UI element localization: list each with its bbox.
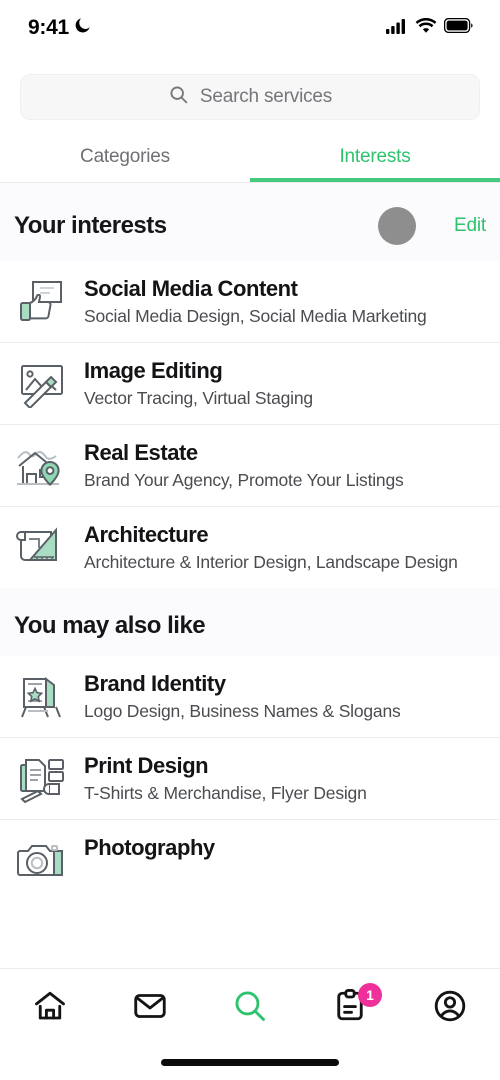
list-item-title: Real Estate <box>84 440 198 466</box>
list-item-title: Photography <box>84 835 215 861</box>
tab-interests[interactable]: Interests <box>250 138 500 182</box>
orders-badge: 1 <box>358 983 382 1007</box>
blueprint-set-square-icon <box>14 521 70 573</box>
account-circle-icon <box>432 988 468 1029</box>
nav-account[interactable] <box>400 969 500 1047</box>
status-bar-right <box>386 17 474 39</box>
documents-pencil-icon <box>14 752 70 804</box>
nav-orders[interactable]: 1 <box>300 969 400 1047</box>
list-item-title: Image Editing <box>84 358 223 384</box>
list-item[interactable]: Image Editing Vector Tracing, Virtual St… <box>0 342 500 425</box>
edit-interests-button[interactable]: Edit <box>454 215 486 237</box>
envelope-icon <box>132 988 168 1029</box>
home-indicator <box>161 1059 339 1066</box>
nav-home[interactable] <box>0 969 100 1047</box>
list-item[interactable]: Photography <box>0 819 500 901</box>
photo-magic-wand-icon <box>14 357 70 409</box>
list-item-subtitle: Brand Your Agency, Promote Your Listings <box>84 470 404 491</box>
status-bar-left: 9:41 <box>28 16 92 40</box>
page-title: Your interests <box>14 212 167 239</box>
list-item[interactable]: Real Estate Brand Your Agency, Promote Y… <box>0 424 500 507</box>
moon-icon <box>73 16 92 40</box>
section-header-your-interests: Your interests Edit <box>0 183 500 261</box>
list-item-subtitle: Vector Tracing, Virtual Staging <box>84 388 313 408</box>
list-item-title: Social Media Content <box>84 276 298 301</box>
list-item-text: Photography <box>84 834 215 864</box>
battery-full-icon <box>443 17 474 38</box>
cellular-bars-icon <box>386 18 408 39</box>
list-item-title: Brand Identity <box>84 671 226 697</box>
suggestions-list: Brand Identity Logo Design, Business Nam… <box>0 656 500 901</box>
list-item-subtitle: Social Media Design, Social Media Market… <box>84 305 427 326</box>
list-item-text: Image Editing Vector Tracing, Virtual St… <box>84 357 313 410</box>
list-item-text: Print Design T-Shirts & Merchandise, Fly… <box>84 752 367 805</box>
nav-inbox[interactable] <box>100 969 200 1047</box>
list-item-title: Print Design <box>84 753 209 779</box>
tab-categories[interactable]: Categories <box>0 138 250 182</box>
section-title: You may also like <box>14 612 206 640</box>
list-item-text: Architecture Architecture & Interior Des… <box>84 521 458 574</box>
list-item-subtitle: T-Shirts & Merchandise, Flyer Design <box>84 783 367 804</box>
home-icon <box>32 988 68 1029</box>
list-item[interactable]: Architecture Architecture & Interior Des… <box>0 506 500 589</box>
tab-bar: Categories Interests <box>0 138 500 182</box>
house-map-pin-icon <box>14 439 70 491</box>
nav-search[interactable] <box>200 969 300 1047</box>
speech-bubble-thumbs-up-icon <box>14 275 70 327</box>
interests-list: Social Media Content Social Media Design… <box>0 261 500 589</box>
list-item-subtitle: Architecture & Interior Design, Landscap… <box>84 552 458 573</box>
list-item[interactable]: Social Media Content Social Media Design… <box>0 261 500 343</box>
list-item-subtitle: Logo Design, Business Names & Slogans <box>84 701 401 722</box>
bottom-navigation-bar: 1 <box>0 968 500 1080</box>
list-item-text: Real Estate Brand Your Agency, Promote Y… <box>84 439 404 492</box>
list-item-title: Architecture <box>84 522 209 548</box>
list-item[interactable]: Print Design T-Shirts & Merchandise, Fly… <box>0 737 500 820</box>
search-input[interactable]: Search services <box>20 74 480 120</box>
list-item-text: Brand Identity Logo Design, Business Nam… <box>84 670 401 723</box>
section-header-you-may-also-like: You may also like <box>0 588 500 657</box>
cursor-indicator <box>378 207 417 245</box>
search-icon <box>168 84 189 110</box>
status-bar-time: 9:41 <box>28 16 69 39</box>
list-item[interactable]: Brand Identity Logo Design, Business Nam… <box>0 656 500 738</box>
search-icon <box>232 988 268 1029</box>
list-item-text: Social Media Content Social Media Design… <box>84 275 427 328</box>
search-section: Search services <box>0 56 500 120</box>
bottom-nav-items: 1 <box>0 969 500 1047</box>
search-placeholder: Search services <box>199 86 333 107</box>
camera-icon <box>14 834 70 886</box>
content-scroll-area[interactable]: Your interests Edit Social Media Content… <box>0 183 500 981</box>
status-bar: 9:41 <box>0 0 500 56</box>
easel-star-sign-icon <box>14 670 70 722</box>
wifi-icon <box>415 17 437 39</box>
